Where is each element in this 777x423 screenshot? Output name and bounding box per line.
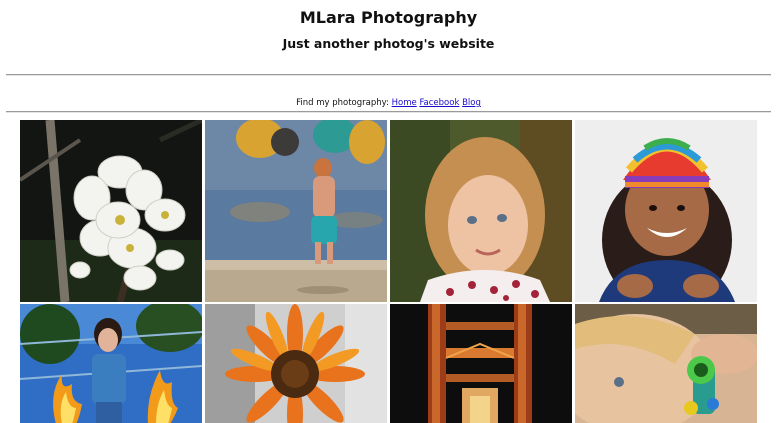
fire-girl-image [20,304,202,423]
nav-link-facebook[interactable]: Facebook [419,98,459,108]
photo-thumbnail-fire-girl[interactable] [20,304,202,423]
photography-nav: Find my photography: Home Facebook Blog [0,98,777,109]
photo-thumbnail-beach[interactable] [205,120,387,302]
nav-divider [6,111,771,113]
nav-link-blog[interactable]: Blog [462,98,481,108]
bridge-image [390,304,572,423]
photo-gallery [20,120,757,423]
nav-link-home[interactable]: Home [392,98,417,108]
beach-image [205,120,387,302]
nav-label: Find my photography: [296,98,389,108]
rainbow-hat-image [575,120,757,302]
blonde-girl-image [390,120,572,302]
toy-child-image [575,304,757,423]
photo-thumbnail-toy-child[interactable] [575,304,757,423]
header-divider [6,74,771,76]
sunflower-image [205,304,387,423]
site-title: MLara Photography [299,8,478,27]
blossoms-image [20,120,202,302]
site-tagline: Just another photog's website [282,36,495,51]
photo-thumbnail-sunflower[interactable] [205,304,387,423]
photo-thumbnail-blonde-girl[interactable] [390,120,572,302]
photo-thumbnail-blossoms[interactable] [20,120,202,302]
photo-thumbnail-rainbow-hat[interactable] [575,120,757,302]
photo-thumbnail-bridge[interactable] [390,304,572,423]
